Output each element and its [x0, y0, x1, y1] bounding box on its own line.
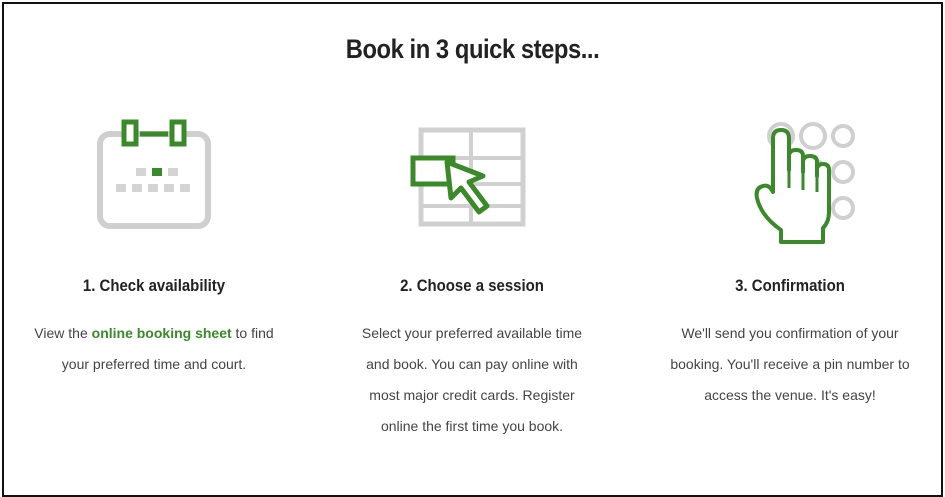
step-heading: 2. Choose a session: [400, 276, 544, 295]
step-confirmation: 3. Confirmation We'll send you confirmat…: [640, 4, 940, 495]
online-booking-sheet-link[interactable]: online booking sheet: [92, 325, 232, 341]
step-check-availability: 1. Check availability View the online bo…: [4, 4, 304, 495]
step-heading: 3. Confirmation: [735, 276, 845, 295]
step-description: Select your preferred available time and…: [361, 325, 583, 434]
step-description: View the online booking sheet to find yo…: [34, 318, 274, 380]
pointer-grid-icon: [407, 116, 537, 241]
description-text: View the: [34, 325, 92, 341]
step-heading: 1. Check availability: [82, 276, 226, 295]
touch-keypad-icon: [725, 116, 855, 251]
booking-steps-panel: Book in 3 quick steps... 1. Check availa…: [2, 2, 943, 497]
step-choose-session: 2. Choose a session Select your preferre…: [322, 4, 622, 495]
step-description: We'll send you confirmation of your book…: [670, 325, 910, 403]
calendar-icon: [94, 116, 214, 241]
